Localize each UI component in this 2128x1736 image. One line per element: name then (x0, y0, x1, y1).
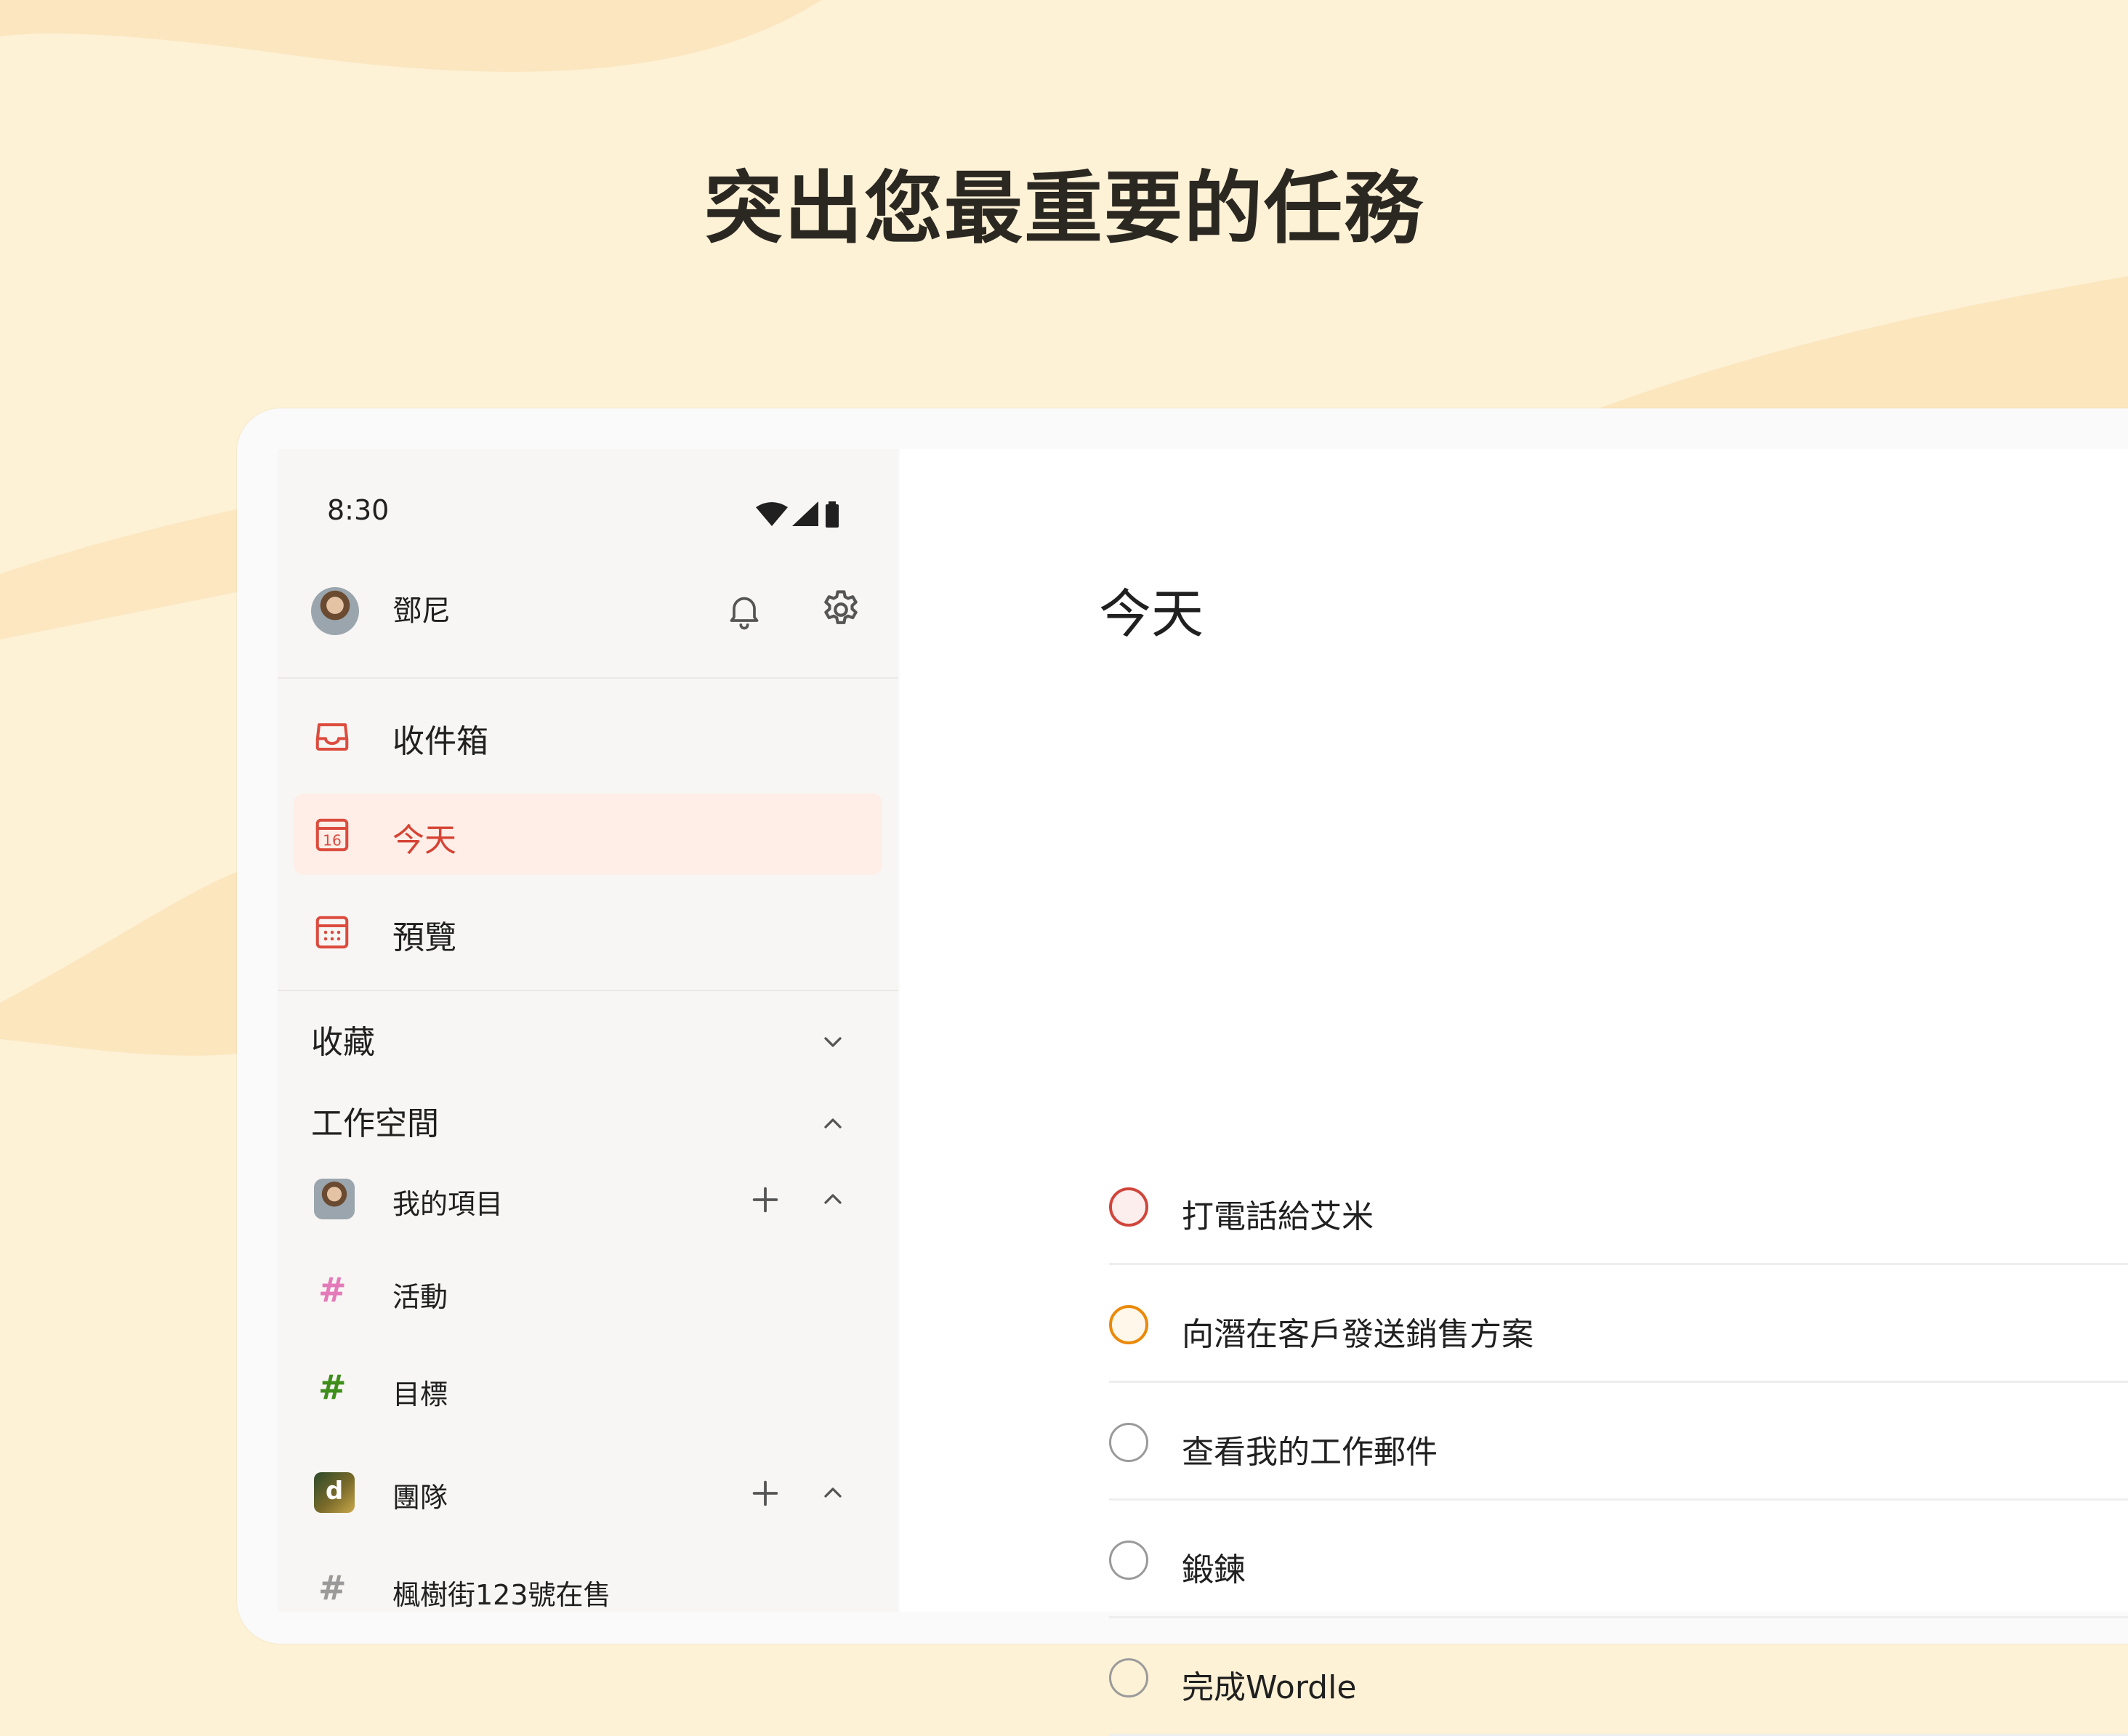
avatar[interactable] (311, 587, 359, 635)
status-time: 8:30 (327, 494, 390, 526)
task-row[interactable]: 向潛在客戶發送銷售方案 (1109, 1263, 2128, 1383)
task-row[interactable]: 鍛鍊 (1109, 1498, 2128, 1618)
page-title: 今天 (1099, 584, 1204, 645)
project-label: 楓樹街123號在售 (392, 1579, 611, 1611)
plus-icon[interactable] (749, 1183, 782, 1216)
plus-icon[interactable] (749, 1477, 782, 1510)
nav-today[interactable]: 16 今天 (294, 794, 882, 875)
task-text: 查看我的工作郵件 (1182, 1434, 1438, 1471)
calendar-today-icon: 16 (315, 818, 349, 852)
nav-upcoming[interactable]: 預覽 (294, 891, 882, 972)
task-row[interactable]: 打電話給艾米 (1109, 1145, 2128, 1265)
status-icons (756, 501, 839, 528)
chevron-down-icon[interactable] (818, 1028, 847, 1057)
project-group-team[interactable]: d 團隊 (278, 1462, 898, 1523)
main-panel: 今天 打電話給艾米 向潛在客戶發送銷售方案 查看我的工作郵件 鍛鍊 完成Word… (900, 449, 2128, 1736)
battery-icon (826, 504, 839, 528)
gear-icon[interactable] (818, 587, 863, 632)
section-favorites[interactable]: 收藏 (311, 1016, 375, 1062)
nav-inbox[interactable]: 收件箱 (294, 695, 882, 776)
divider (278, 990, 898, 991)
headline: 突出您最重要的任務 (704, 163, 1424, 254)
chevron-up-icon[interactable] (818, 1478, 847, 1507)
project-item[interactable]: # 活動 (278, 1263, 898, 1324)
chevron-up-icon[interactable] (818, 1109, 847, 1138)
calendar-upcoming-icon (315, 916, 349, 949)
project-group-mine[interactable]: 我的項目 (278, 1168, 898, 1230)
task-checkbox[interactable] (1109, 1305, 1148, 1344)
project-label: 團隊 (392, 1482, 448, 1514)
inbox-icon (315, 723, 349, 751)
task-text: 完成Wordle (1182, 1669, 1357, 1706)
task-text: 打電話給艾米 (1182, 1198, 1374, 1235)
user-name[interactable]: 鄧尼 (392, 587, 451, 629)
hash-icon: # (318, 1270, 347, 1309)
hash-icon: # (318, 1368, 347, 1407)
team-logo: d (314, 1472, 355, 1513)
task-checkbox[interactable] (1109, 1423, 1148, 1462)
nav-label: 今天 (392, 822, 456, 859)
project-item[interactable]: # 目標 (278, 1360, 898, 1421)
calendar-day: 16 (323, 832, 342, 849)
section-workspace[interactable]: 工作空間 (311, 1097, 439, 1144)
task-row[interactable]: 查看我的工作郵件 (1109, 1381, 2128, 1501)
signal-icon (792, 501, 818, 526)
task-row[interactable]: 完成Wordle (1109, 1616, 2128, 1736)
project-label: 目標 (392, 1378, 448, 1410)
project-label: 活動 (392, 1281, 448, 1313)
chevron-up-icon[interactable] (818, 1184, 847, 1214)
project-item[interactable]: # 楓樹街123號在售 (278, 1561, 898, 1622)
divider (278, 677, 898, 679)
task-checkbox[interactable] (1109, 1187, 1148, 1227)
project-label: 我的項目 (392, 1188, 504, 1220)
hash-icon: # (318, 1568, 347, 1607)
task-checkbox[interactable] (1109, 1658, 1148, 1697)
project-avatar (314, 1179, 355, 1219)
task-checkbox[interactable] (1109, 1541, 1148, 1580)
task-text: 向潛在客戶發送銷售方案 (1182, 1316, 1533, 1353)
nav-label: 收件箱 (392, 723, 488, 760)
task-text: 鍛鍊 (1182, 1551, 1246, 1588)
bell-icon[interactable] (724, 590, 765, 631)
wifi-icon (756, 502, 788, 526)
nav-label: 預覽 (392, 919, 456, 956)
sidebar: 8:30 鄧尼 收件箱 16 今天 預覽 收藏 工作空間 我的項目 # 活動 #… (278, 449, 898, 1612)
